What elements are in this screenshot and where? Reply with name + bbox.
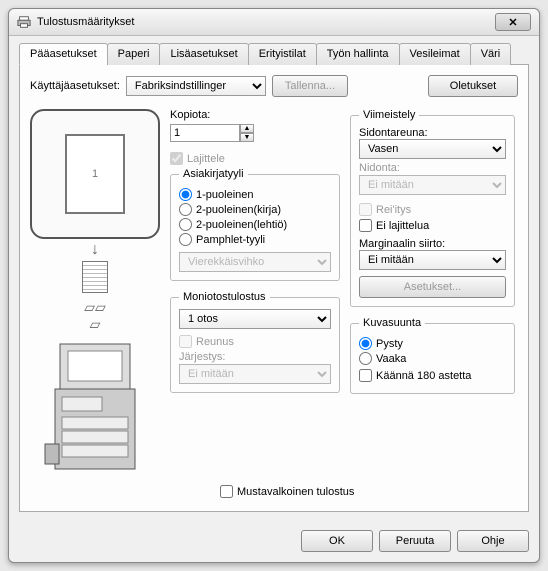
rotate180-checkbox[interactable]	[359, 369, 372, 382]
nooffset-checkbox[interactable]	[359, 219, 372, 232]
copies-up-button[interactable]: ▲	[240, 124, 254, 133]
collate-label: Lajittele	[187, 153, 225, 165]
tab-color[interactable]: Väri	[470, 43, 512, 65]
tab-special[interactable]: Erityistilat	[248, 43, 317, 65]
docstyle-1sided-radio[interactable]	[179, 188, 192, 201]
orientation-group: Kuvasuunta Pysty Vaaka Käännä 180 astett…	[350, 317, 515, 394]
docstyle-pamphlet-label: Pamphlet-tyyli	[196, 234, 265, 246]
user-settings-select[interactable]: Fabriksindstillinger	[126, 76, 266, 96]
bw-row: Mustavalkoinen tulostus	[30, 485, 518, 498]
finishing-group: Viimeistely Sidontareuna: Vasen Nidonta:…	[350, 109, 515, 307]
printer-icon	[17, 15, 31, 29]
nup-group: Moniotostulostus 1 otos Reunus Järjestys…	[170, 291, 340, 393]
tab-panel-main: Käyttäjäasetukset: Fabriksindstillinger …	[19, 65, 529, 512]
save-button[interactable]: Tallenna...	[272, 75, 348, 97]
pages-stack-icon: ▱▱▱	[30, 299, 160, 333]
staple-select: Ei mitään	[359, 175, 506, 195]
docstyle-pamphlet-radio[interactable]	[179, 233, 192, 246]
cancel-button[interactable]: Peruuta	[379, 530, 451, 552]
nup-select[interactable]: 1 otos	[179, 309, 331, 329]
tab-watermarks[interactable]: Vesileimat	[399, 43, 471, 65]
tab-job[interactable]: Työn hallinta	[316, 43, 400, 65]
help-button[interactable]: Ohje	[457, 530, 529, 552]
nup-border-checkbox	[179, 335, 192, 348]
punch-label: Rei'itys	[376, 204, 411, 216]
copies-label: Kopiota:	[170, 109, 340, 121]
margin-label: Marginaalin siirto:	[359, 238, 506, 250]
binding-select[interactable]: Vasen	[359, 139, 506, 159]
middle-column: Kopiota: ▲ ▼ Lajittele	[170, 109, 340, 479]
copies-group: Kopiota: ▲ ▼	[170, 109, 340, 142]
ok-button[interactable]: OK	[301, 530, 373, 552]
arrow-down-icon: ↓	[30, 241, 160, 259]
docstyle-1sided-label: 1-puoleinen	[196, 189, 254, 201]
docstyle-2sided-tablet-label: 2-puoleinen(lehtiö)	[196, 219, 287, 231]
docstyle-group: Asiakirjatyyli 1-puoleinen 2-puoleinen(k…	[170, 168, 340, 281]
content-area: Pääasetukset Paperi Lisäasetukset Erityi…	[9, 36, 539, 522]
close-button[interactable]: ✕	[495, 13, 531, 31]
copies-down-button[interactable]: ▼	[240, 133, 254, 142]
nooffset-label: Ei lajittelua	[376, 220, 429, 232]
margin-select[interactable]: Ei mitään	[359, 250, 506, 270]
nup-legend: Moniotostulostus	[179, 291, 270, 303]
titlebar: Tulostusmääritykset ✕	[9, 9, 539, 36]
nup-border-label: Reunus	[196, 336, 234, 348]
page-number: 1	[92, 168, 98, 180]
punch-checkbox	[359, 203, 372, 216]
user-settings-label: Käyttäjäasetukset:	[30, 80, 120, 92]
copies-input[interactable]	[170, 124, 240, 142]
docstyle-2sided-book-label: 2-puoleinen(kirja)	[196, 204, 281, 216]
document-icon	[82, 261, 108, 293]
bw-checkbox[interactable]	[220, 485, 233, 498]
staple-label: Nidonta:	[359, 162, 506, 174]
landscape-radio[interactable]	[359, 352, 372, 365]
docstyle-legend: Asiakirjatyyli	[179, 168, 248, 180]
binding-label: Sidontareuna:	[359, 127, 506, 139]
tabstrip: Pääasetukset Paperi Lisäasetukset Erityi…	[19, 42, 529, 65]
copies-spinner: ▲ ▼	[170, 124, 340, 142]
preview-box: 1	[30, 109, 160, 239]
tab-paper[interactable]: Paperi	[107, 43, 161, 65]
docstyle-2sided-book-radio[interactable]	[179, 203, 192, 216]
tab-main[interactable]: Pääasetukset	[19, 43, 108, 65]
user-settings-row: Käyttäjäasetukset: Fabriksindstillinger …	[30, 75, 518, 97]
docstyle-combo: Vierekkäisvihko	[179, 252, 331, 272]
rotate180-label: Käännä 180 astetta	[376, 370, 471, 382]
bw-label: Mustavalkoinen tulostus	[237, 486, 354, 498]
dialog-window: Tulostusmääritykset ✕ Pääasetukset Paper…	[8, 8, 540, 563]
collate-checkbox	[170, 152, 183, 165]
page-preview-icon: 1	[65, 134, 125, 214]
landscape-label: Vaaka	[376, 353, 406, 365]
finishing-settings-button: Asetukset...	[359, 276, 506, 298]
window-title: Tulostusmääritykset	[37, 16, 495, 28]
preview-column: 1 ↓ ▱▱▱	[30, 109, 160, 479]
finishing-legend: Viimeistely	[359, 109, 419, 121]
docstyle-2sided-tablet-radio[interactable]	[179, 218, 192, 231]
defaults-button[interactable]: Oletukset	[428, 75, 518, 97]
tab-advanced[interactable]: Lisäasetukset	[159, 43, 248, 65]
printer-illustration	[30, 339, 160, 479]
orientation-legend: Kuvasuunta	[359, 317, 425, 329]
portrait-radio[interactable]	[359, 337, 372, 350]
right-column: Viimeistely Sidontareuna: Vasen Nidonta:…	[350, 109, 515, 479]
nup-order-label: Järjestys:	[179, 351, 331, 363]
dialog-buttons: OK Peruuta Ohje	[9, 522, 539, 562]
nup-order-select: Ei mitään	[179, 364, 331, 384]
portrait-label: Pysty	[376, 338, 403, 350]
collate-row: Lajittele	[170, 152, 340, 165]
